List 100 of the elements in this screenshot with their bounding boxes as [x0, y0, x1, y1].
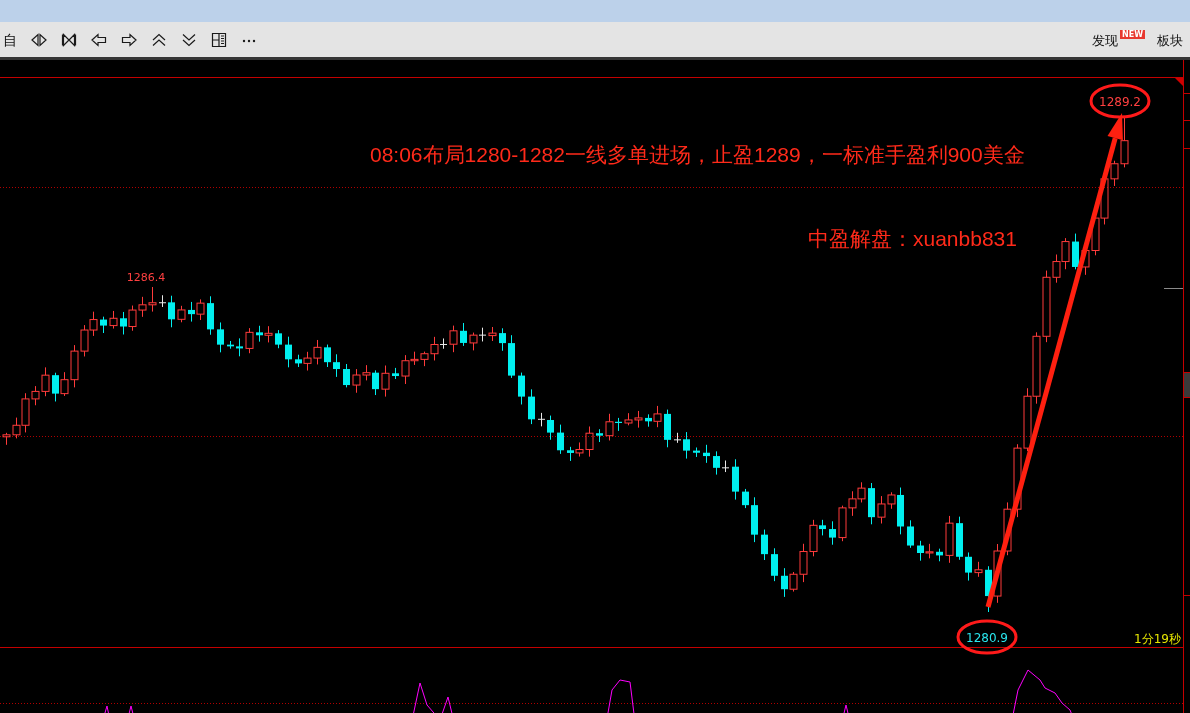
price-label: 1286.4	[126, 271, 166, 284]
rising-candlestick	[605, 413, 614, 441]
falling-candlestick	[52, 372, 59, 402]
falling-candlestick	[460, 322, 467, 347]
rising-candlestick	[313, 339, 322, 365]
falling-candlestick	[897, 487, 904, 535]
falling-candlestick	[256, 325, 263, 343]
falling-candlestick	[936, 548, 943, 562]
rising-candlestick	[1023, 387, 1032, 452]
falling-candlestick	[236, 337, 243, 357]
rising-candlestick	[945, 515, 954, 564]
falling-candlestick	[742, 488, 749, 509]
falling-candlestick	[547, 415, 554, 441]
falling-candlestick	[557, 424, 564, 455]
doji-candlestick	[439, 337, 448, 350]
falling-candlestick	[829, 520, 836, 546]
highlight-ring	[956, 619, 1018, 655]
doji-candlestick	[158, 294, 167, 308]
doji-candlestick	[721, 460, 730, 473]
rising-candlestick	[449, 325, 458, 353]
layout-icon[interactable]	[211, 32, 227, 47]
left-arrow-icon[interactable]	[91, 32, 107, 47]
rising-candlestick	[177, 305, 186, 323]
rising-candlestick	[974, 561, 983, 578]
falling-candlestick	[664, 409, 671, 448]
toolbar-button[interactable]: 自	[3, 31, 17, 48]
falling-candlestick	[781, 567, 788, 598]
rising-candlestick	[993, 543, 1002, 604]
doji-candlestick	[478, 327, 487, 342]
falling-candlestick	[528, 388, 535, 425]
price-label: 1289.2	[1099, 95, 1141, 109]
toolbar-link[interactable]: 发现	[1092, 33, 1118, 49]
rising-candlestick	[848, 490, 857, 517]
countdown-text: 1分19秒	[1134, 632, 1181, 646]
falling-candlestick	[508, 334, 515, 379]
price-tick-mark	[1164, 288, 1183, 289]
falling-candlestick	[285, 336, 292, 368]
falling-candlestick	[567, 446, 574, 462]
rising-candlestick	[264, 325, 273, 343]
double-chevron-up-icon[interactable]	[151, 32, 167, 47]
falling-candlestick	[499, 327, 506, 352]
rising-candlestick	[196, 298, 205, 321]
falling-candlestick	[645, 413, 652, 428]
falling-candlestick	[713, 450, 720, 476]
rising-candlestick	[80, 324, 89, 357]
falling-candlestick	[956, 516, 963, 561]
rising-candlestick	[89, 311, 98, 337]
price-label: 1280.9	[966, 631, 1008, 645]
rising-candlestick	[857, 481, 866, 503]
toolbar-link[interactable]: 板块	[1157, 33, 1183, 49]
rising-candlestick	[634, 410, 643, 429]
falling-candlestick	[100, 316, 107, 334]
falling-candlestick	[324, 344, 331, 368]
annotation-text: 08:06布局1280-1282一线多单进场，止盈1289，一标准手盈利900美金	[370, 143, 1025, 166]
annotation-text: 中盈解盘：xuanbb831	[808, 227, 1017, 250]
falling-candlestick	[703, 444, 710, 464]
falling-candlestick	[333, 353, 340, 378]
falling-candlestick	[1072, 233, 1079, 270]
falling-candlestick	[965, 551, 972, 582]
falling-candlestick	[275, 329, 282, 349]
new-badge: NEW	[1120, 30, 1145, 39]
rising-candlestick	[469, 332, 478, 351]
expand-horizontal-icon[interactable]	[31, 32, 47, 47]
doji-candlestick	[537, 412, 546, 427]
falling-candlestick	[985, 565, 992, 613]
falling-candlestick	[295, 354, 302, 368]
falling-candlestick	[343, 363, 350, 388]
rising-candlestick	[245, 327, 254, 354]
falling-candlestick	[615, 417, 622, 432]
rising-candlestick	[624, 412, 633, 426]
rising-candlestick	[381, 365, 390, 398]
rising-candlestick	[128, 305, 137, 332]
falling-candlestick	[693, 447, 700, 458]
falling-candlestick	[188, 301, 195, 323]
double-chevron-down-icon[interactable]	[181, 32, 197, 47]
rising-candlestick	[838, 505, 847, 542]
falling-candlestick	[761, 529, 768, 561]
falling-candlestick	[819, 519, 826, 536]
rising-candlestick	[809, 519, 818, 557]
falling-candlestick	[372, 369, 379, 396]
rising-candlestick	[925, 543, 934, 559]
falling-candlestick	[907, 519, 914, 549]
falling-candlestick	[771, 547, 778, 582]
falling-candlestick	[751, 496, 758, 543]
falling-candlestick	[732, 458, 739, 501]
rising-candlestick	[138, 296, 147, 318]
falling-candlestick	[518, 372, 525, 405]
rising-candlestick	[488, 326, 497, 342]
falling-candlestick	[683, 431, 690, 460]
falling-candlestick	[227, 340, 234, 350]
right-arrow-icon[interactable]	[121, 32, 137, 47]
rising-candlestick	[148, 286, 157, 313]
falling-candlestick	[168, 295, 175, 328]
collapse-horizontal-icon[interactable]	[61, 32, 77, 47]
rising-candlestick	[653, 405, 662, 428]
falling-candlestick	[392, 367, 399, 380]
side-panel-header	[1184, 373, 1190, 397]
rising-candlestick	[1061, 237, 1070, 270]
highlight-ring	[1089, 83, 1151, 119]
falling-candlestick	[596, 428, 603, 443]
